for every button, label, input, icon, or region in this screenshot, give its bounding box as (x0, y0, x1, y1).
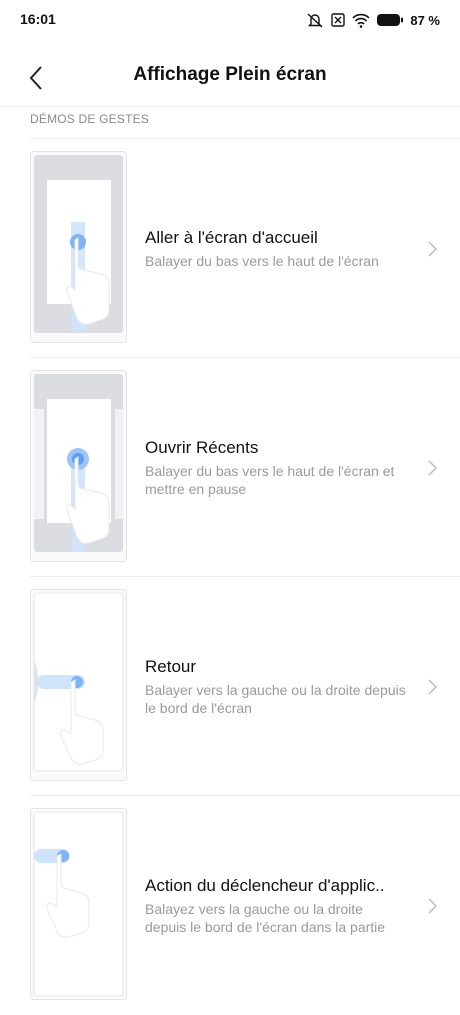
alarm-off-icon (306, 12, 324, 28)
back-gesture-illustration (30, 589, 127, 781)
section-header: DÉMOS DE GESTES (30, 112, 150, 126)
gesture-item-recents[interactable]: Ouvrir Récents Balayer du bas vers le ha… (0, 358, 460, 577)
chevron-right-icon (428, 898, 438, 914)
gesture-description: Balayer vers la gauche ou la droite depu… (145, 681, 406, 716)
gesture-description: Balayer du bas vers le haut de l'écran e… (145, 462, 395, 497)
wifi-icon (352, 12, 370, 28)
home-gesture-illustration (30, 151, 127, 343)
gesture-title: Ouvrir Récents (145, 437, 259, 457)
sim-disabled-icon (330, 12, 346, 28)
gesture-title: Aller à l'écran d'accueil (145, 227, 318, 247)
gesture-text: Ouvrir Récents Balayer du bas vers le ha… (145, 358, 407, 577)
chevron-right-icon (428, 460, 438, 476)
chevron-right-icon (428, 679, 438, 695)
gesture-description: Balayer du bas vers le haut de l'écran (145, 252, 379, 269)
gesture-text: Action du déclencheur d'applic.. Balayez… (145, 796, 407, 1015)
chevron-right-icon (428, 241, 438, 257)
status-bar: 16:01 87 % (0, 0, 460, 40)
gesture-text: Retour Balayer vers la gauche ou la droi… (145, 577, 407, 796)
recents-gesture-illustration (30, 370, 127, 562)
status-time: 16:01 (20, 11, 56, 27)
gesture-title: Action du déclencheur d'applic.. (145, 875, 385, 895)
gesture-item-home[interactable]: Aller à l'écran d'accueil Balayer du bas… (0, 139, 460, 358)
gesture-item-back[interactable]: Retour Balayer vers la gauche ou la droi… (0, 577, 460, 796)
battery-icon (376, 13, 404, 27)
gesture-description: Balayez vers la gauche ou la droite depu… (145, 900, 386, 935)
gesture-text: Aller à l'écran d'accueil Balayer du bas… (145, 139, 407, 358)
status-icons: 87 % (306, 10, 440, 30)
app-trigger-gesture-illustration (30, 808, 127, 1000)
app-header: Affichage Plein écran (0, 50, 460, 107)
page-title: Affichage Plein écran (133, 64, 327, 85)
gesture-item-app-trigger[interactable]: Action du déclencheur d'applic.. Balayez… (0, 796, 460, 1015)
gesture-title: Retour (145, 656, 197, 676)
battery-percentage: 87 % (410, 12, 440, 28)
